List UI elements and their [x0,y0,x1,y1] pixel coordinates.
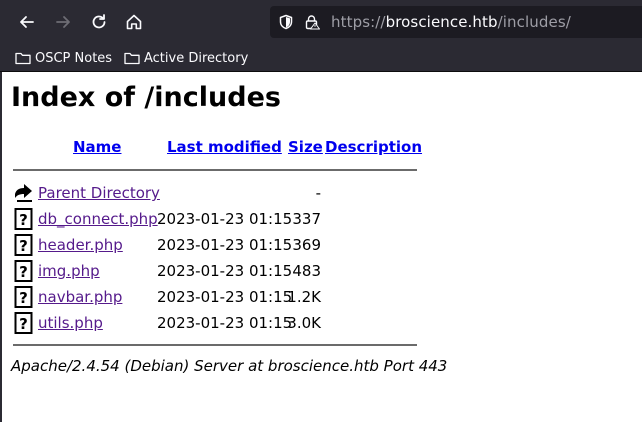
table-row: ? db_connect.php 2023-01-23 01:15 337 [0,208,642,232]
reload-icon [92,14,106,29]
column-size-sort-link[interactable]: Size [288,138,323,156]
page-content: Index of /includes Name Last modified Si… [0,72,642,422]
table-row: ? utils.php 2023-01-23 01:15 3.0K [0,312,642,336]
back-arrow-icon [20,16,34,28]
table-row: ? img.php 2023-01-23 01:15 483 [0,260,642,284]
unknown-file-icon: ? [14,208,33,230]
folder-icon [124,52,140,65]
file-link[interactable]: navbar.php [38,288,122,306]
table-row: ? navbar.php 2023-01-23 01:15 1.2K [0,286,642,310]
url-host: broscience.htb [385,13,498,31]
table-row-parent: Parent Directory - [0,182,642,206]
header-divider [13,169,417,171]
file-link[interactable]: utils.php [38,314,103,332]
reload-button[interactable] [85,8,113,36]
url-bar[interactable]: https://broscience.htb/includes/ [270,6,642,38]
svg-text:?: ? [19,237,28,255]
file-size: 369 [292,236,321,254]
parent-directory-link[interactable]: Parent Directory [38,184,160,202]
table-row: ? header.php 2023-01-23 01:15 369 [0,234,642,258]
file-modified: 2023-01-23 01:15 [157,236,293,254]
page-title: Index of /includes [11,82,281,113]
home-button[interactable] [120,8,148,36]
lock-warning-icon[interactable] [304,14,320,30]
bookmark-active-directory[interactable]: Active Directory [124,49,248,67]
file-modified: 2023-01-23 01:15 [157,262,293,280]
unknown-file-icon: ? [14,286,33,308]
column-name-sort-link[interactable]: Name [73,138,121,156]
svg-text:?: ? [19,211,28,229]
url-text: https://broscience.htb/includes/ [331,13,571,31]
column-last-modified-sort-link[interactable]: Last modified [167,138,282,156]
file-size: 337 [292,210,321,228]
server-signature: Apache/2.4.54 (Debian) Server at broscie… [11,357,448,375]
forward-button[interactable] [49,8,77,36]
file-modified: 2023-01-23 01:15 [157,288,293,306]
bookmark-oscp-notes[interactable]: OSCP Notes [15,49,112,67]
svg-text:?: ? [19,289,28,307]
shield-icon[interactable] [278,14,294,30]
column-description-sort-link[interactable]: Description [325,138,422,156]
window-edge [0,72,2,422]
unknown-file-icon: ? [14,260,33,282]
unknown-file-icon: ? [14,234,33,256]
bookmark-label: OSCP Notes [35,50,113,66]
folder-icon [15,52,31,65]
url-path: /includes/ [497,13,571,31]
file-link[interactable]: db_connect.php [38,210,158,228]
file-size: 3.0K [287,314,321,332]
svg-text:?: ? [19,315,28,333]
forward-arrow-icon [56,16,70,28]
file-modified: 2023-01-23 01:15 [157,314,293,332]
file-size: - [315,184,321,202]
footer-divider [13,344,417,346]
home-icon [126,14,142,30]
bookmarks-bar: OSCP Notes Active Directory [0,44,642,72]
svg-text:?: ? [19,263,28,281]
file-link[interactable]: img.php [38,262,100,280]
unknown-file-icon: ? [14,312,33,334]
browser-toolbar: https://broscience.htb/includes/ [0,0,642,44]
back-button[interactable] [13,8,41,36]
file-size: 1.2K [287,288,321,306]
file-modified: 2023-01-23 01:15 [157,210,293,228]
file-size: 483 [292,262,321,280]
file-link[interactable]: header.php [38,236,123,254]
url-scheme: https:// [331,13,386,31]
bookmark-label: Active Directory [144,50,249,66]
back-folder-icon [15,184,32,202]
